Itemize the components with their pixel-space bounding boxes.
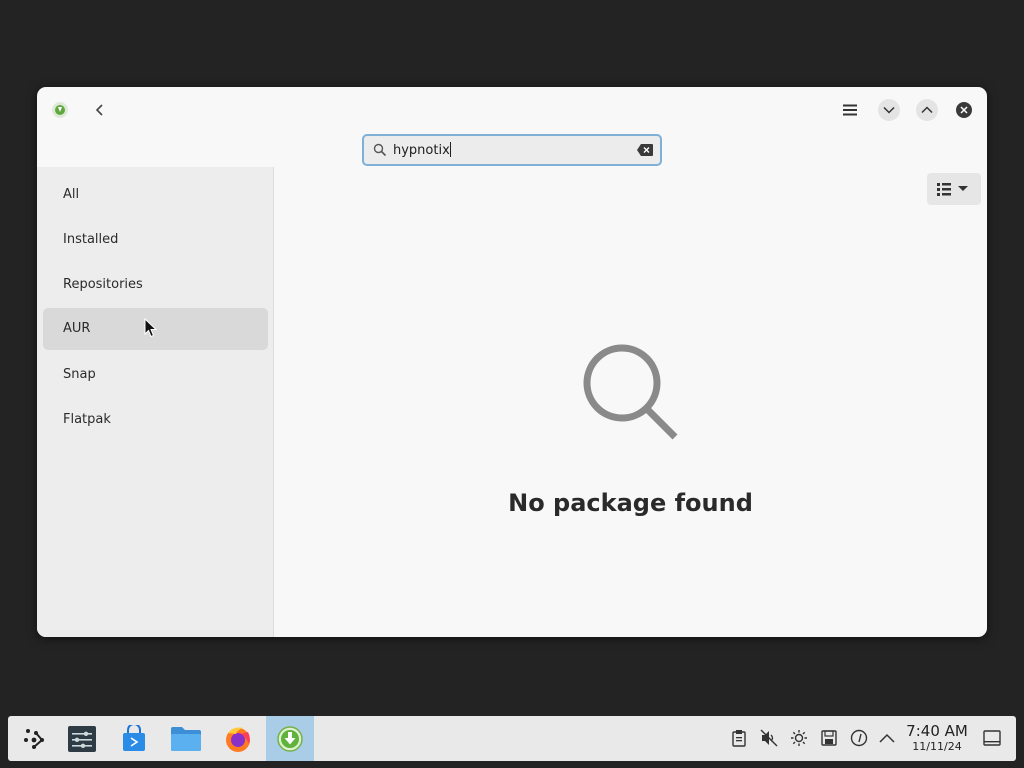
- sidebar-item-all[interactable]: All: [43, 174, 268, 216]
- save-icon[interactable]: [820, 729, 838, 747]
- sidebar-item-flatpak[interactable]: Flatpak: [43, 399, 268, 441]
- empty-state-message: No package found: [508, 489, 753, 517]
- magnifier-icon: [583, 344, 678, 440]
- search-field[interactable]: hypnotix: [362, 134, 662, 166]
- search-input[interactable]: hypnotix: [393, 142, 451, 159]
- list-view-icon: [937, 183, 968, 196]
- search-icon: [373, 143, 387, 157]
- volume-muted-icon[interactable]: [760, 729, 778, 747]
- clock-date: 11/11/24: [912, 740, 962, 753]
- search-value: hypnotix: [393, 143, 450, 158]
- discover-store-icon: [123, 724, 145, 751]
- backspace-clear-icon[interactable]: [636, 143, 654, 157]
- sidebar: All Installed Repositories AUR Snap Flat…: [37, 167, 274, 637]
- sidebar-item-snap[interactable]: Snap: [43, 354, 268, 396]
- title-bar[interactable]: [37, 87, 987, 133]
- taskbar-system-settings[interactable]: [58, 716, 106, 761]
- show-desktop-icon[interactable]: [983, 729, 1001, 747]
- sidebar-item-installed[interactable]: Installed: [43, 219, 268, 261]
- desktop: hypnotix All Installed Repositories AUR …: [0, 0, 1024, 768]
- hamburger-icon: [843, 104, 857, 116]
- menu-button[interactable]: [837, 99, 863, 121]
- chevron-left-icon: [95, 104, 103, 116]
- maximize-button[interactable]: [916, 99, 938, 121]
- minimize-button[interactable]: [878, 99, 900, 121]
- application-launcher-button[interactable]: [10, 716, 58, 761]
- clock-time: 7:40 AM: [906, 722, 968, 740]
- pamac-download-icon: [52, 102, 68, 118]
- taskbar-discover-store[interactable]: [110, 716, 158, 761]
- taskbar-file-manager[interactable]: [162, 716, 210, 761]
- mouse-pointer-icon: [144, 318, 158, 338]
- launcher-icon: [24, 728, 44, 749]
- firefox-icon: [226, 727, 250, 752]
- back-button[interactable]: [89, 99, 111, 121]
- chevron-down-icon: [883, 106, 895, 114]
- network-icon[interactable]: [850, 729, 868, 747]
- view-mode-button[interactable]: [927, 173, 981, 205]
- text-caret: [449, 142, 451, 157]
- clock[interactable]: 7:40 AM 11/11/24: [905, 722, 969, 754]
- chevron-up-icon: [921, 106, 933, 114]
- taskbar: 7:40 AM 11/11/24: [8, 716, 1016, 761]
- system-settings-icon: [68, 725, 96, 752]
- app-window: hypnotix All Installed Repositories AUR …: [37, 87, 987, 637]
- pamac-download-icon: [277, 725, 303, 752]
- close-icon: [956, 102, 972, 118]
- taskbar-firefox[interactable]: [214, 716, 262, 761]
- close-button[interactable]: [953, 99, 975, 121]
- folder-icon: [171, 726, 201, 751]
- clipboard-icon[interactable]: [730, 729, 748, 747]
- chevron-up-icon[interactable]: [878, 729, 896, 747]
- sidebar-item-repositories[interactable]: Repositories: [43, 264, 268, 306]
- brightness-icon[interactable]: [790, 729, 808, 747]
- taskbar-pamac[interactable]: [266, 716, 314, 761]
